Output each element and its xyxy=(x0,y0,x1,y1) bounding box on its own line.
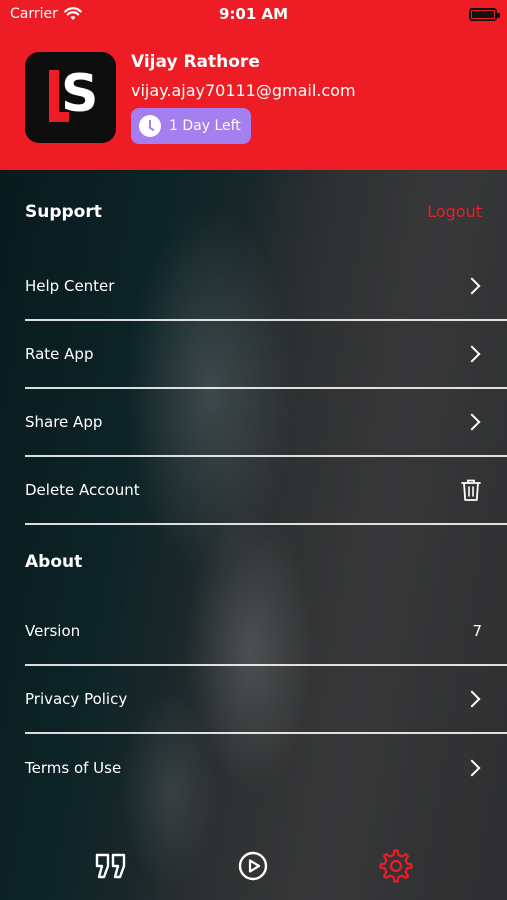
support-title: Support xyxy=(25,201,102,222)
row-label: Share App xyxy=(25,413,103,431)
settings-list: Support Logout Help Center Rate App Shar… xyxy=(0,170,507,802)
tab-settings[interactable] xyxy=(376,846,416,886)
quote-icon xyxy=(95,853,126,879)
row-label: Privacy Policy xyxy=(25,690,128,708)
share-app-row[interactable]: Share App xyxy=(25,389,507,457)
battery-icon xyxy=(469,7,500,21)
tab-play[interactable] xyxy=(233,846,273,886)
wifi-icon xyxy=(63,7,82,20)
version-value: 7 xyxy=(472,622,482,640)
chevron-right-icon xyxy=(463,277,481,295)
gear-icon xyxy=(379,849,413,883)
support-section-header: Support Logout xyxy=(0,170,507,253)
play-circle-icon xyxy=(239,851,268,881)
trash-icon xyxy=(461,479,481,501)
terms-of-use-row[interactable]: Terms of Use xyxy=(25,734,507,802)
days-left-label: 1 Day Left xyxy=(169,118,241,134)
about-title: About xyxy=(25,551,83,572)
delete-account-row[interactable]: Delete Account xyxy=(25,457,507,525)
tab-quotes[interactable] xyxy=(91,846,131,886)
carrier-label: Carrier xyxy=(10,6,58,22)
row-label: Delete Account xyxy=(25,481,140,499)
profile-header: S Vijay Rathore vijay.ajay70111@gmail.co… xyxy=(0,28,507,170)
about-section-header: About xyxy=(0,525,507,598)
rate-app-row[interactable]: Rate App xyxy=(25,321,507,389)
app-logo: S xyxy=(25,52,116,143)
row-label: Help Center xyxy=(25,277,115,295)
user-name: Vijay Rathore xyxy=(131,52,260,72)
user-email: vijay.ajay70111@gmail.com xyxy=(131,81,356,100)
chevron-right-icon xyxy=(463,413,481,431)
version-row: Version 7 xyxy=(25,598,507,666)
status-time: 9:01 AM xyxy=(218,5,289,23)
tab-bar xyxy=(0,832,507,900)
chevron-right-icon xyxy=(463,690,481,708)
clock-icon xyxy=(139,115,161,137)
chevron-right-icon xyxy=(463,345,481,363)
privacy-policy-row[interactable]: Privacy Policy xyxy=(25,666,507,734)
logout-button[interactable]: Logout xyxy=(427,202,482,221)
days-left-badge: 1 Day Left xyxy=(131,108,251,144)
status-bar: Carrier 9:01 AM xyxy=(0,0,507,28)
help-center-row[interactable]: Help Center xyxy=(25,253,507,321)
row-label: Rate App xyxy=(25,345,94,363)
row-label: Version xyxy=(25,622,81,640)
chevron-right-icon xyxy=(463,759,481,777)
row-label: Terms of Use xyxy=(25,759,122,777)
